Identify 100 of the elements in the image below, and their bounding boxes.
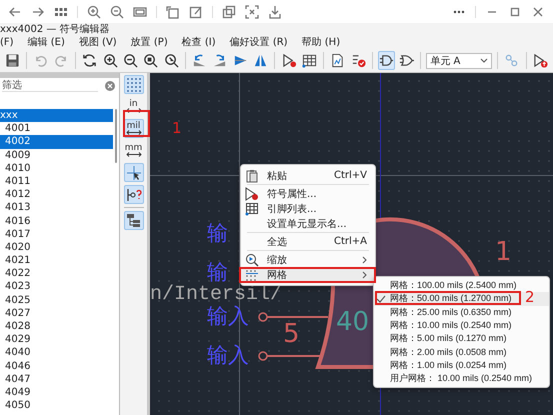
grid-icon (245, 268, 259, 282)
menu-item[interactable]: 网格：25.00 mils (0.6350 mm) (374, 306, 549, 319)
forward-icon[interactable] (31, 4, 45, 18)
menu-item[interactable]: 帮助 (H) (302, 37, 340, 49)
highlight-frame (123, 110, 150, 137)
tree-item[interactable]: 4009 (0, 148, 113, 162)
menu-item[interactable]: 放置 (P) (130, 37, 168, 49)
tree-item[interactable]: 4017 (0, 228, 113, 241)
symbol-properties-icon (245, 186, 259, 200)
menu-item[interactable]: 网格：5.00 mils (0.1270 mm) (374, 332, 549, 346)
tree-item[interactable]: xxx (0, 109, 113, 122)
tree-item[interactable]: 4012 (0, 188, 113, 202)
pin-name: 输入 (207, 345, 249, 366)
tree-item[interactable]: 4001 (0, 122, 113, 136)
table-icon (245, 202, 259, 216)
zoom-in-icon[interactable] (102, 53, 118, 68)
rotate-page-icon[interactable] (166, 4, 180, 18)
pin-number: 5 (283, 321, 300, 347)
menu-item[interactable]: 符号属性... (241, 186, 375, 201)
menu-item[interactable]: 用户网格： 10.00 mils (0.2540 mm) (374, 372, 549, 386)
update-symbol-icon[interactable] (532, 53, 548, 68)
menu-item[interactable]: (F) (0, 37, 14, 49)
chevron-down-icon (480, 58, 488, 63)
tree-item[interactable]: 4023 (0, 280, 113, 294)
double-arrow-icon (126, 152, 142, 157)
tree-item[interactable]: 4013 (0, 201, 113, 214)
zoom-selection-icon[interactable] (164, 53, 179, 68)
tree-item[interactable]: 4040 (0, 346, 113, 360)
window-title: xxx4002 — 符号编辑器 (0, 23, 110, 36)
menu-item[interactable]: 引脚列表... (241, 201, 375, 216)
symbol-properties-icon[interactable] (282, 53, 296, 68)
tree-item[interactable]: 4025 (0, 294, 113, 307)
unit-dropdown[interactable]: 单元 A (426, 52, 492, 68)
tree-item[interactable]: 4046 (0, 360, 113, 373)
and-gate-icon[interactable] (378, 53, 394, 68)
zoom-fit-icon[interactable] (143, 53, 158, 68)
tree-item[interactable]: 4047 (0, 372, 113, 386)
tree-item[interactable]: 4002 (0, 135, 113, 149)
filter-field[interactable]: 筛选 (2, 79, 98, 92)
zoom-out-icon[interactable] (122, 53, 138, 68)
pin-table-icon[interactable] (302, 53, 317, 68)
tree-item[interactable]: 4021 (0, 254, 113, 268)
back-icon[interactable] (8, 4, 22, 18)
unit-button[interactable]: in (124, 97, 144, 116)
menu-item[interactable]: 缩放 (241, 252, 375, 267)
tree-item[interactable]: 4049 (0, 386, 113, 400)
pin-name: 输 (207, 262, 228, 283)
clear-icon[interactable] (105, 80, 115, 90)
menu-item[interactable]: 网格：1.00 mils (0.0254 mm) (374, 358, 549, 372)
crosshair-cursor-icon[interactable] (126, 164, 142, 180)
tree-item[interactable]: 4050 (0, 399, 113, 412)
double-arrow-icon (126, 130, 142, 135)
mirror-horizontal-icon[interactable] (232, 53, 248, 68)
annotation-number: 1 (172, 121, 182, 136)
save-icon[interactable] (5, 53, 20, 68)
tree-item[interactable]: 4022 (0, 267, 113, 280)
pin (258, 312, 328, 322)
rotate-right-icon[interactable] (212, 53, 228, 68)
value-text: 40 (336, 309, 370, 335)
pin-number: 1 (495, 239, 512, 265)
fit-page-icon[interactable] (133, 4, 147, 18)
shortcut-text: Ctrl+A (334, 236, 367, 247)
double-arrow-icon (126, 108, 142, 113)
shortcut-text: Ctrl+V (334, 170, 367, 181)
checkmark-icon (376, 294, 386, 303)
menu-item[interactable]: 检查 (I) (182, 37, 216, 49)
close-icon[interactable] (531, 4, 545, 18)
download-icon[interactable] (268, 4, 282, 18)
unit-button[interactable]: mm (124, 141, 144, 160)
check-icon[interactable] (350, 53, 366, 68)
zoom-icon (245, 252, 259, 266)
pin-name: 输 (207, 223, 228, 244)
tree-item[interactable]: 4029 (0, 333, 113, 346)
menu-item[interactable]: 网格：2.00 mils (0.0508 mm) (374, 345, 549, 359)
grid-icon[interactable] (126, 76, 142, 92)
pin-help-icon[interactable] (126, 186, 142, 202)
tree-item[interactable]: 4020 (0, 240, 113, 254)
datasheet-icon[interactable] (330, 53, 346, 68)
hierarchy-icon[interactable] (126, 212, 142, 228)
refresh-icon[interactable] (82, 53, 98, 68)
tree-item[interactable]: 4027 (0, 306, 113, 320)
scrollbar[interactable] (115, 109, 117, 163)
edit-icon[interactable] (189, 4, 203, 18)
duplicate-icon[interactable] (222, 4, 236, 18)
menu-item[interactable]: 偏好设置 (R) (230, 37, 288, 49)
pin-name: 输入 (207, 306, 249, 327)
or-gate-icon[interactable] (399, 53, 414, 68)
tree-item[interactable]: 4028 (0, 320, 113, 334)
menu-item[interactable]: 网格：10.00 mils (0.2540 mm) (374, 318, 549, 332)
tree-item[interactable]: 4016 (0, 214, 113, 228)
menu-item[interactable]: 编辑 (E) (28, 37, 65, 49)
menu-item[interactable]: 视图 (V) (78, 37, 117, 49)
select-area-icon[interactable] (245, 4, 259, 18)
mirror-vertical-icon[interactable] (253, 53, 268, 68)
tree-item[interactable]: 4010 (0, 162, 113, 175)
pin (258, 351, 322, 361)
menu-item[interactable]: 粘贴 Ctrl+V (241, 168, 375, 183)
menu-item[interactable]: 全选 Ctrl+A (241, 234, 375, 249)
menu-item[interactable]: 设置单元显示名... (241, 216, 375, 231)
tree-item[interactable]: 4011 (0, 174, 113, 188)
